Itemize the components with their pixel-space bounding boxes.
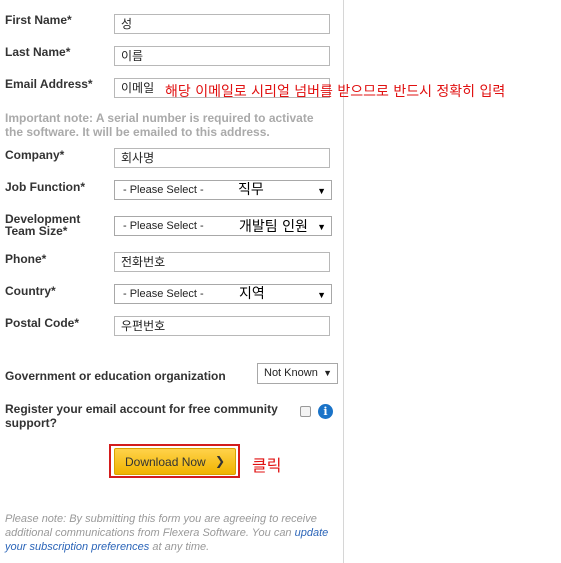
chevron-down-icon: ▼ <box>323 368 332 378</box>
first-name-label: First Name* <box>5 13 72 27</box>
important-note: Important note: A serial number is requi… <box>5 111 314 139</box>
team-size-annotation: 개발팀 인원 <box>239 219 308 235</box>
last-name-label: Last Name* <box>5 45 71 59</box>
country-annotation: 지역 <box>239 286 265 302</box>
disclaimer-suffix: at any time. <box>149 541 210 553</box>
postal-code-input[interactable]: 우편번호 <box>114 316 330 336</box>
team-size-label-line2: Team Size* <box>5 224 68 238</box>
postal-code-label: Postal Code* <box>5 316 80 330</box>
gov-org-selected: Not Known <box>264 367 318 379</box>
download-now-label: Download Now <box>125 455 206 469</box>
disclaimer: Please note: By submitting this form you… <box>5 512 335 554</box>
register-label: Register your email account for free com… <box>5 402 278 430</box>
chevron-down-icon: ▼ <box>317 222 326 232</box>
company-input[interactable]: 회사명 <box>114 148 330 168</box>
info-icon[interactable]: i <box>318 404 333 419</box>
register-checkbox[interactable] <box>300 406 311 417</box>
country-selected: - Please Select - <box>123 288 204 300</box>
last-name-input[interactable]: 이름 <box>114 46 330 66</box>
phone-input[interactable]: 전화번호 <box>114 252 330 272</box>
gov-org-label: Government or education organization <box>5 369 226 383</box>
download-now-button[interactable]: Download Now ❯ <box>114 448 236 475</box>
chevron-down-icon: ▼ <box>317 290 326 300</box>
job-function-select[interactable]: - Please Select - ▼ <box>114 180 332 200</box>
click-annotation: 클릭 <box>252 456 282 475</box>
country-label: Country* <box>5 284 56 298</box>
chevron-right-icon: ❯ <box>214 454 225 468</box>
job-function-annotation: 직무 <box>238 182 264 198</box>
country-select[interactable]: - Please Select - ▼ <box>114 284 332 304</box>
disclaimer-prefix: Please note: By submitting this form you… <box>5 513 317 539</box>
email-annotation: 해당 이메일로 시리얼 넘버를 받으므로 반드시 정확히 입력 <box>165 84 506 100</box>
email-label: Email Address* <box>5 77 93 91</box>
job-function-selected: - Please Select - <box>123 184 204 196</box>
company-label: Company* <box>5 148 65 162</box>
chevron-down-icon: ▼ <box>317 186 326 196</box>
phone-label: Phone* <box>5 252 47 266</box>
team-size-selected: - Please Select - <box>123 220 204 232</box>
first-name-input[interactable]: 성 <box>114 14 330 34</box>
gov-org-select[interactable]: Not Known ▼ <box>257 363 338 384</box>
job-function-label: Job Function* <box>5 180 85 194</box>
